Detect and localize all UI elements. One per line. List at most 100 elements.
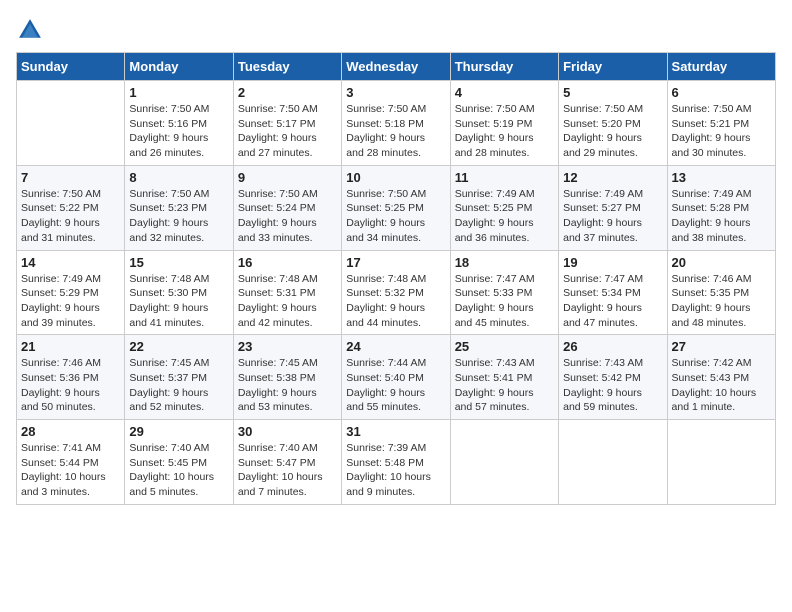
day-number: 15 — [129, 255, 228, 270]
header-row: SundayMondayTuesdayWednesdayThursdayFrid… — [17, 53, 776, 81]
calendar-cell — [450, 420, 558, 505]
day-number: 13 — [672, 170, 771, 185]
header-day-saturday: Saturday — [667, 53, 775, 81]
day-info: Sunrise: 7:43 AM Sunset: 5:41 PM Dayligh… — [455, 356, 554, 415]
calendar-week-4: 21Sunrise: 7:46 AM Sunset: 5:36 PM Dayli… — [17, 335, 776, 420]
day-number: 24 — [346, 339, 445, 354]
calendar-cell: 16 Sunrise: 7:48 AM Sunset: 5:31 PM Dayli… — [233, 250, 341, 335]
calendar-cell: 11 Sunrise: 7:49 AM Sunset: 5:25 PM Dayli… — [450, 165, 558, 250]
calendar-table: SundayMondayTuesdayWednesdayThursdayFrid… — [16, 52, 776, 505]
calendar-cell — [667, 420, 775, 505]
header-day-friday: Friday — [559, 53, 667, 81]
day-info: Sunrise: 7:40 AM Sunset: 5:47 PM Dayligh… — [238, 441, 337, 500]
calendar-cell: 31 Sunrise: 7:39 AM Sunset: 5:48 PM Dayli… — [342, 420, 450, 505]
day-info: Sunrise: 7:50 AM Sunset: 5:17 PM Dayligh… — [238, 102, 337, 161]
calendar-cell: 14 Sunrise: 7:49 AM Sunset: 5:29 PM Dayli… — [17, 250, 125, 335]
calendar-cell: 25 Sunrise: 7:43 AM Sunset: 5:41 PM Dayli… — [450, 335, 558, 420]
calendar-cell — [17, 81, 125, 166]
header-day-thursday: Thursday — [450, 53, 558, 81]
calendar-cell: 17 Sunrise: 7:48 AM Sunset: 5:32 PM Dayli… — [342, 250, 450, 335]
calendar-cell: 27Sunrise: 7:42 AM Sunset: 5:43 PM Dayli… — [667, 335, 775, 420]
day-number: 10 — [346, 170, 445, 185]
day-number: 1 — [129, 85, 228, 100]
day-number: 4 — [455, 85, 554, 100]
calendar-cell: 22 Sunrise: 7:45 AM Sunset: 5:37 PM Dayli… — [125, 335, 233, 420]
calendar-cell: 4 Sunrise: 7:50 AM Sunset: 5:19 PM Daylig… — [450, 81, 558, 166]
calendar-cell: 12 Sunrise: 7:49 AM Sunset: 5:27 PM Dayli… — [559, 165, 667, 250]
calendar-week-3: 14 Sunrise: 7:49 AM Sunset: 5:29 PM Dayli… — [17, 250, 776, 335]
calendar-cell: 23Sunrise: 7:45 AM Sunset: 5:38 PM Dayli… — [233, 335, 341, 420]
day-info: Sunrise: 7:41 AM Sunset: 5:44 PM Dayligh… — [21, 441, 120, 500]
calendar-cell: 30 Sunrise: 7:40 AM Sunset: 5:47 PM Dayli… — [233, 420, 341, 505]
calendar-cell: 7Sunrise: 7:50 AM Sunset: 5:22 PM Daylig… — [17, 165, 125, 250]
day-number: 6 — [672, 85, 771, 100]
day-number: 28 — [21, 424, 120, 439]
header-day-monday: Monday — [125, 53, 233, 81]
calendar-cell: 20 Sunrise: 7:46 AM Sunset: 5:35 PM Dayli… — [667, 250, 775, 335]
day-info: Sunrise: 7:45 AM Sunset: 5:37 PM Dayligh… — [129, 356, 228, 415]
day-info: Sunrise: 7:50 AM Sunset: 5:23 PM Dayligh… — [129, 187, 228, 246]
calendar-header: SundayMondayTuesdayWednesdayThursdayFrid… — [17, 53, 776, 81]
day-number: 26 — [563, 339, 662, 354]
day-number: 31 — [346, 424, 445, 439]
day-info: Sunrise: 7:49 AM Sunset: 5:28 PM Dayligh… — [672, 187, 771, 246]
day-number: 14 — [21, 255, 120, 270]
day-info: Sunrise: 7:50 AM Sunset: 5:22 PM Dayligh… — [21, 187, 120, 246]
day-number: 20 — [672, 255, 771, 270]
calendar-body: 1 Sunrise: 7:50 AM Sunset: 5:16 PM Daylig… — [17, 81, 776, 505]
day-info: Sunrise: 7:49 AM Sunset: 5:27 PM Dayligh… — [563, 187, 662, 246]
day-number: 29 — [129, 424, 228, 439]
day-number: 25 — [455, 339, 554, 354]
day-number: 22 — [129, 339, 228, 354]
day-info: Sunrise: 7:40 AM Sunset: 5:45 PM Dayligh… — [129, 441, 228, 500]
day-info: Sunrise: 7:50 AM Sunset: 5:24 PM Dayligh… — [238, 187, 337, 246]
day-number: 9 — [238, 170, 337, 185]
day-number: 3 — [346, 85, 445, 100]
day-info: Sunrise: 7:50 AM Sunset: 5:19 PM Dayligh… — [455, 102, 554, 161]
day-info: Sunrise: 7:49 AM Sunset: 5:25 PM Dayligh… — [455, 187, 554, 246]
day-number: 11 — [455, 170, 554, 185]
calendar-cell: 2 Sunrise: 7:50 AM Sunset: 5:17 PM Daylig… — [233, 81, 341, 166]
calendar-cell: 19Sunrise: 7:47 AM Sunset: 5:34 PM Dayli… — [559, 250, 667, 335]
page-header — [16, 16, 776, 44]
calendar-cell: 18 Sunrise: 7:47 AM Sunset: 5:33 PM Dayli… — [450, 250, 558, 335]
day-number: 18 — [455, 255, 554, 270]
day-number: 2 — [238, 85, 337, 100]
day-number: 17 — [346, 255, 445, 270]
day-number: 16 — [238, 255, 337, 270]
day-number: 30 — [238, 424, 337, 439]
day-info: Sunrise: 7:50 AM Sunset: 5:21 PM Dayligh… — [672, 102, 771, 161]
day-info: Sunrise: 7:49 AM Sunset: 5:29 PM Dayligh… — [21, 272, 120, 331]
day-info: Sunrise: 7:39 AM Sunset: 5:48 PM Dayligh… — [346, 441, 445, 500]
calendar-cell: 26 Sunrise: 7:43 AM Sunset: 5:42 PM Dayli… — [559, 335, 667, 420]
day-info: Sunrise: 7:48 AM Sunset: 5:32 PM Dayligh… — [346, 272, 445, 331]
day-info: Sunrise: 7:48 AM Sunset: 5:31 PM Dayligh… — [238, 272, 337, 331]
calendar-cell: 24 Sunrise: 7:44 AM Sunset: 5:40 PM Dayli… — [342, 335, 450, 420]
day-info: Sunrise: 7:46 AM Sunset: 5:36 PM Dayligh… — [21, 356, 120, 415]
calendar-cell: 9 Sunrise: 7:50 AM Sunset: 5:24 PM Daylig… — [233, 165, 341, 250]
logo — [16, 16, 48, 44]
calendar-cell: 3Sunrise: 7:50 AM Sunset: 5:18 PM Daylig… — [342, 81, 450, 166]
day-info: Sunrise: 7:42 AM Sunset: 5:43 PM Dayligh… — [672, 356, 771, 415]
header-day-tuesday: Tuesday — [233, 53, 341, 81]
header-day-wednesday: Wednesday — [342, 53, 450, 81]
day-info: Sunrise: 7:43 AM Sunset: 5:42 PM Dayligh… — [563, 356, 662, 415]
day-info: Sunrise: 7:46 AM Sunset: 5:35 PM Dayligh… — [672, 272, 771, 331]
logo-icon — [16, 16, 44, 44]
calendar-cell: 15 Sunrise: 7:48 AM Sunset: 5:30 PM Dayli… — [125, 250, 233, 335]
calendar-week-1: 1 Sunrise: 7:50 AM Sunset: 5:16 PM Daylig… — [17, 81, 776, 166]
calendar-week-5: 28 Sunrise: 7:41 AM Sunset: 5:44 PM Dayli… — [17, 420, 776, 505]
day-number: 23 — [238, 339, 337, 354]
day-number: 8 — [129, 170, 228, 185]
calendar-cell: 29 Sunrise: 7:40 AM Sunset: 5:45 PM Dayli… — [125, 420, 233, 505]
day-info: Sunrise: 7:44 AM Sunset: 5:40 PM Dayligh… — [346, 356, 445, 415]
header-day-sunday: Sunday — [17, 53, 125, 81]
calendar-cell: 28 Sunrise: 7:41 AM Sunset: 5:44 PM Dayli… — [17, 420, 125, 505]
calendar-cell: 21Sunrise: 7:46 AM Sunset: 5:36 PM Dayli… — [17, 335, 125, 420]
day-info: Sunrise: 7:48 AM Sunset: 5:30 PM Dayligh… — [129, 272, 228, 331]
day-info: Sunrise: 7:50 AM Sunset: 5:16 PM Dayligh… — [129, 102, 228, 161]
day-number: 12 — [563, 170, 662, 185]
day-number: 5 — [563, 85, 662, 100]
day-number: 19 — [563, 255, 662, 270]
day-info: Sunrise: 7:47 AM Sunset: 5:33 PM Dayligh… — [455, 272, 554, 331]
